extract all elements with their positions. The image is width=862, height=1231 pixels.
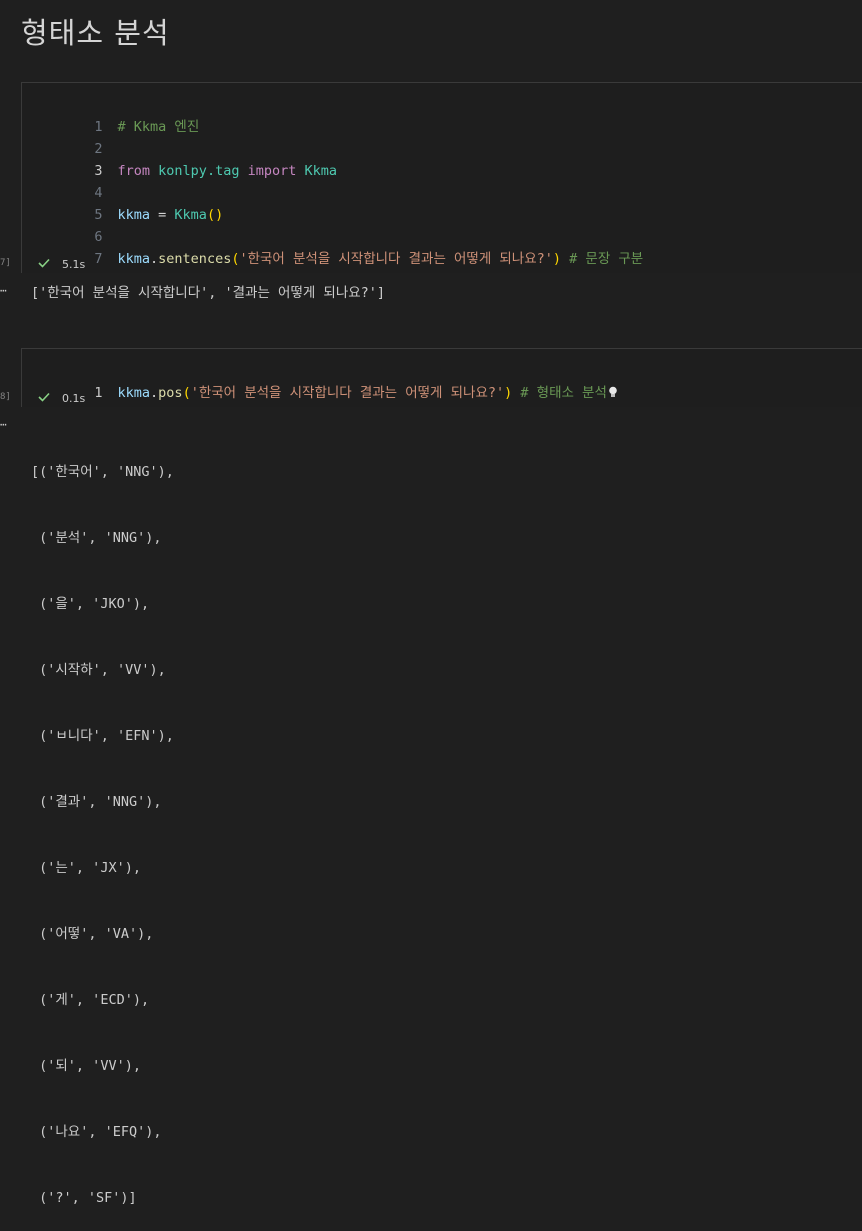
dot: . (150, 251, 159, 267)
output-line: ('?', 'SF')] (31, 1190, 137, 1206)
code-line-1[interactable]: 1 kkma.pos('한국어 분석을 시작합니다 결과는 어떻게 되나요?') … (22, 360, 618, 401)
variable-name: kkma (117, 385, 151, 401)
class-name: Kkma (174, 207, 207, 223)
keyword-from: from (117, 163, 151, 179)
code-cell-1[interactable]: 1 # Kkma 엔진 2 3 from konlpy.tag import Kkm… (21, 82, 862, 273)
output-line: ('결과', 'NNG'), (31, 794, 162, 810)
variable-name: kkma (117, 207, 151, 223)
code-line-7[interactable]: 7 kkma.sentences('한국어 분석을 시작합니다 결과는 어떻게 되… (22, 226, 643, 267)
output-line: ('을', 'JKO'), (31, 596, 150, 612)
paren-open: ( (182, 385, 191, 401)
output-line: ('ㅂ니다', 'EFN'), (31, 728, 174, 744)
output-line: ('는', 'JX'), (31, 860, 141, 876)
paren-close: ) (552, 251, 562, 267)
cell-status: 5.1s (38, 254, 85, 274)
output-line: ('되', 'VV'), (31, 1058, 141, 1074)
cell-output: [('한국어', 'NNG'), ('분석', 'NNG'), ('을', 'J… (31, 417, 174, 1231)
code-comment: # 형태소 분석 (512, 385, 607, 401)
output-line: ('나요', 'EFQ'), (31, 1124, 162, 1140)
string-literal: '한국어 분석을 시작합니다 결과는 어떻게 되나요?' (190, 385, 505, 401)
module-name: konlpy.tag (158, 163, 240, 179)
code-line-4[interactable]: 4 (22, 160, 118, 201)
paren-open: ( (206, 207, 216, 223)
output-line: ('분석', 'NNG'), (31, 530, 162, 546)
output-line: ('어떻', 'VA'), (31, 926, 154, 942)
dot: . (150, 385, 159, 401)
class-name: Kkma (304, 163, 338, 179)
output-line: ('시작하', 'VV'), (31, 662, 166, 678)
keyword-import: import (247, 163, 297, 179)
output-line: ('게', 'ECD'), (31, 992, 150, 1008)
cell-output: ['한국어 분석을 시작합니다', '결과는 어떻게 되나요?'] (31, 285, 386, 301)
output-line: [('한국어', 'NNG'), (31, 464, 174, 480)
code-line-5[interactable]: 5 kkma = Kkma() (22, 182, 223, 223)
markdown-heading: 형태소 분석 (21, 16, 170, 50)
operator: = (150, 207, 175, 223)
code-line-2[interactable]: 2 (22, 116, 118, 157)
more-dots-icon[interactable]: ⋯ (0, 284, 7, 297)
execution-count: 8] (0, 392, 11, 402)
function-name: sentences (158, 251, 232, 267)
lightbulb-icon[interactable] (608, 383, 618, 397)
code-comment: # Kkma 엔진 (117, 119, 200, 135)
code-line-1[interactable]: 1 # Kkma 엔진 (22, 94, 199, 135)
code-line-3[interactable]: 3 from konlpy.tag import Kkma (22, 138, 337, 179)
variable-name: kkma (117, 251, 151, 267)
cell-status: 0.1s (38, 388, 85, 408)
execution-time: 5.1s (62, 258, 86, 271)
string-literal: '한국어 분석을 시작합니다 결과는 어떻게 되나요?' (239, 251, 553, 267)
code-line-6[interactable]: 6 (22, 204, 118, 245)
more-dots-icon[interactable]: ⋯ (0, 418, 7, 431)
code-comment: # 문장 구분 (561, 251, 644, 267)
paren-close: ) (215, 207, 224, 223)
execution-time: 0.1s (62, 392, 86, 405)
check-icon (38, 388, 52, 408)
check-icon (38, 254, 52, 274)
function-name: pos (158, 385, 183, 401)
code-cell-2[interactable]: 1 kkma.pos('한국어 분석을 시작합니다 결과는 어떻게 되나요?') … (21, 348, 862, 407)
execution-count: 7] (0, 258, 11, 268)
